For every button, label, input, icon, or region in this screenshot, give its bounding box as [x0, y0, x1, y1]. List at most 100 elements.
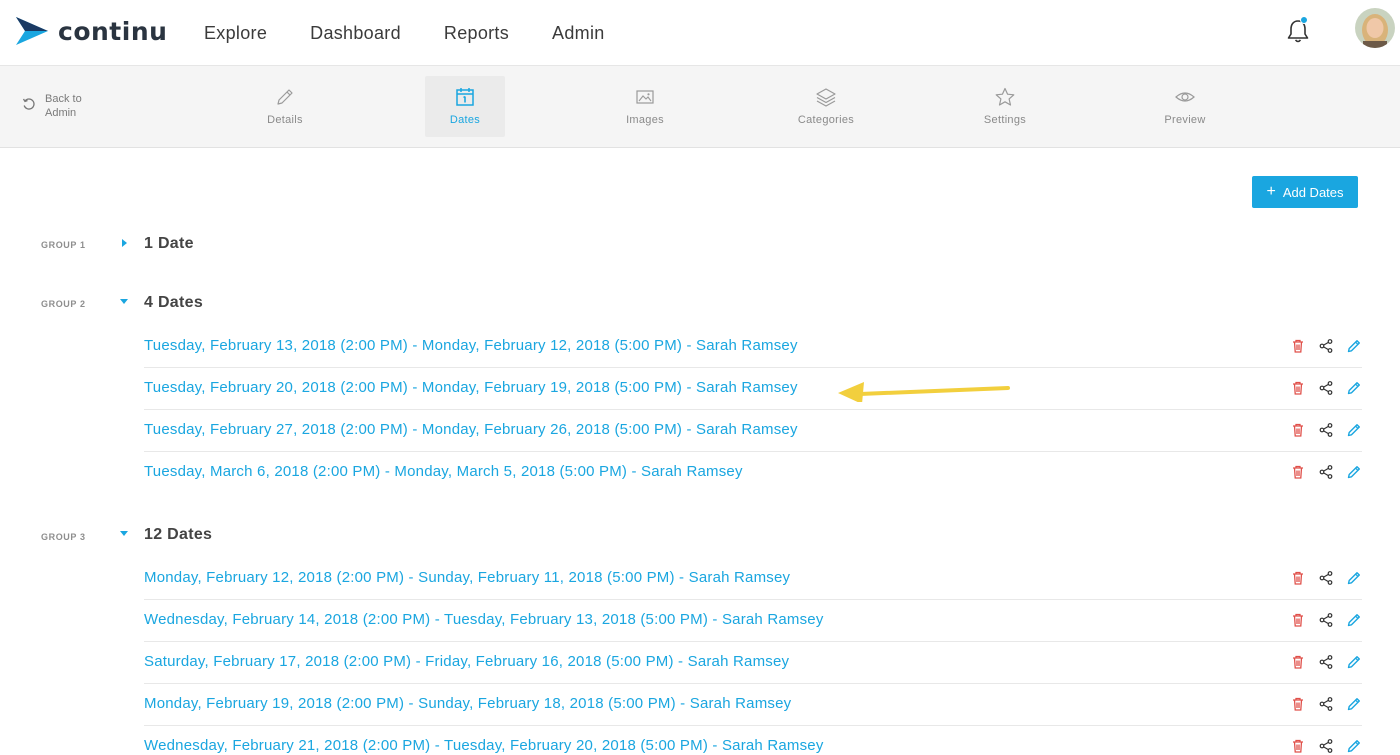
- add-dates-label: Add Dates: [1282, 184, 1344, 200]
- eye-icon: [1175, 92, 1195, 102]
- calendar-icon: [456, 88, 474, 106]
- row-actions: [1278, 611, 1362, 629]
- edit-pencil-icon[interactable]: [1346, 612, 1362, 628]
- date-row: Tuesday, February 20, 2018 (2:00 PM) - M…: [144, 368, 1362, 410]
- trash-icon[interactable]: [1290, 338, 1306, 354]
- trash-icon[interactable]: [1290, 422, 1306, 438]
- date-link[interactable]: Tuesday, February 20, 2018 (2:00 PM) - M…: [144, 379, 798, 396]
- share-icon[interactable]: [1318, 422, 1334, 438]
- share-icon[interactable]: [1318, 380, 1334, 396]
- annotation-arrow: [838, 382, 1010, 402]
- share-icon[interactable]: [1318, 612, 1334, 628]
- edit-pencil-icon[interactable]: [1346, 464, 1362, 480]
- plus-icon: +: [1266, 183, 1276, 200]
- date-row: Monday, February 19, 2018 (2:00 PM) - Su…: [144, 684, 1362, 726]
- group-3-title[interactable]: 12 Dates: [144, 526, 212, 544]
- row-actions: [1278, 379, 1362, 397]
- back-to-admin-button[interactable]: Back to Admin: [22, 92, 95, 120]
- main-nav: Explore Dashboard Reports Admin: [204, 0, 648, 66]
- date-link[interactable]: Tuesday, March 6, 2018 (2:00 PM) - Monda…: [144, 463, 743, 480]
- date-link[interactable]: Monday, February 19, 2018 (2:00 PM) - Su…: [144, 695, 791, 712]
- row-actions: [1278, 569, 1362, 587]
- group-2-title[interactable]: 4 Dates: [144, 294, 203, 312]
- edit-pencil-icon[interactable]: [1346, 338, 1362, 354]
- tab-images-label: Images: [626, 114, 664, 126]
- group-1-title[interactable]: 1 Date: [144, 235, 194, 253]
- star-icon: [995, 87, 1015, 106]
- tab-details-label: Details: [267, 114, 303, 126]
- date-link[interactable]: Saturday, February 17, 2018 (2:00 PM) - …: [144, 653, 789, 670]
- date-link[interactable]: Monday, February 12, 2018 (2:00 PM) - Su…: [144, 569, 790, 586]
- share-icon[interactable]: [1318, 654, 1334, 670]
- edit-pencil-icon[interactable]: [1346, 654, 1362, 670]
- edit-pencil-icon[interactable]: [1346, 696, 1362, 712]
- trash-icon[interactable]: [1290, 570, 1306, 586]
- brand-logo[interactable]: continu: [16, 14, 167, 48]
- trash-icon[interactable]: [1290, 380, 1306, 396]
- row-actions: [1278, 421, 1362, 439]
- share-icon[interactable]: [1318, 696, 1334, 712]
- share-icon[interactable]: [1318, 738, 1334, 754]
- tab-details[interactable]: Details: [245, 76, 325, 137]
- caret-down-icon[interactable]: [119, 528, 129, 538]
- edit-pencil-icon[interactable]: [1346, 738, 1362, 754]
- nav-reports[interactable]: Reports: [444, 23, 509, 44]
- nav-dashboard[interactable]: Dashboard: [310, 23, 401, 44]
- row-actions: [1278, 737, 1362, 755]
- tab-preview[interactable]: Preview: [1145, 76, 1225, 137]
- image-icon: [636, 90, 654, 104]
- group-1-label: GROUP 1: [41, 240, 86, 250]
- top-nav: continu Explore Dashboard Reports Admin: [0, 0, 1400, 66]
- share-icon[interactable]: [1318, 570, 1334, 586]
- tab-categories-label: Categories: [797, 114, 855, 126]
- trash-icon[interactable]: [1290, 738, 1306, 754]
- layers-icon: [816, 88, 836, 107]
- date-link[interactable]: Wednesday, February 21, 2018 (2:00 PM) -…: [144, 737, 824, 754]
- notifications-button[interactable]: [1284, 16, 1312, 45]
- edit-pencil-icon[interactable]: [1346, 570, 1362, 586]
- date-row: Tuesday, March 6, 2018 (2:00 PM) - Monda…: [144, 452, 1362, 494]
- trash-icon[interactable]: [1290, 464, 1306, 480]
- date-row: Tuesday, February 13, 2018 (2:00 PM) - M…: [144, 326, 1362, 368]
- group-2-label: GROUP 2: [41, 299, 86, 309]
- course-editor-toolbar: Back to Admin Details Dates Images Categ…: [0, 66, 1400, 148]
- notification-dot: [1300, 16, 1308, 24]
- caret-down-icon[interactable]: [119, 296, 129, 306]
- tab-preview-label: Preview: [1164, 114, 1206, 126]
- tab-settings[interactable]: Settings: [965, 76, 1045, 137]
- tab-images[interactable]: Images: [605, 76, 685, 137]
- date-link[interactable]: Wednesday, February 14, 2018 (2:00 PM) -…: [144, 611, 824, 628]
- date-link[interactable]: Tuesday, February 27, 2018 (2:00 PM) - M…: [144, 421, 798, 438]
- back-to-admin-label: Back to Admin: [45, 93, 82, 119]
- date-row: Monday, February 12, 2018 (2:00 PM) - Su…: [144, 558, 1362, 600]
- add-dates-button[interactable]: + Add Dates: [1252, 176, 1358, 208]
- logo-mark-icon: [16, 17, 48, 45]
- trash-icon[interactable]: [1290, 654, 1306, 670]
- edit-pencil-icon[interactable]: [1346, 422, 1362, 438]
- nav-admin[interactable]: Admin: [552, 23, 605, 44]
- tab-settings-label: Settings: [983, 114, 1027, 126]
- trash-icon[interactable]: [1290, 696, 1306, 712]
- caret-right-icon[interactable]: [119, 238, 129, 248]
- avatar-image: [1355, 8, 1395, 48]
- row-actions: [1278, 653, 1362, 671]
- tab-categories[interactable]: Categories: [786, 76, 866, 137]
- date-row: Saturday, February 17, 2018 (2:00 PM) - …: [144, 642, 1362, 684]
- trash-icon[interactable]: [1290, 612, 1306, 628]
- share-icon[interactable]: [1318, 464, 1334, 480]
- undo-icon: [22, 98, 35, 110]
- date-row: Wednesday, February 21, 2018 (2:00 PM) -…: [144, 726, 1362, 754]
- date-row: Wednesday, February 14, 2018 (2:00 PM) -…: [144, 600, 1362, 642]
- edit-pencil-icon[interactable]: [1346, 380, 1362, 396]
- row-actions: [1278, 695, 1362, 713]
- tab-dates[interactable]: Dates: [425, 76, 505, 137]
- group-3-label: GROUP 3: [41, 532, 86, 542]
- share-icon[interactable]: [1318, 338, 1334, 354]
- nav-explore[interactable]: Explore: [204, 23, 267, 44]
- tab-dates-label: Dates: [449, 114, 481, 126]
- user-avatar[interactable]: [1355, 8, 1395, 48]
- row-actions: [1278, 463, 1362, 481]
- row-actions: [1278, 337, 1362, 355]
- date-link[interactable]: Tuesday, February 13, 2018 (2:00 PM) - M…: [144, 337, 798, 354]
- pencil-icon: [277, 89, 293, 105]
